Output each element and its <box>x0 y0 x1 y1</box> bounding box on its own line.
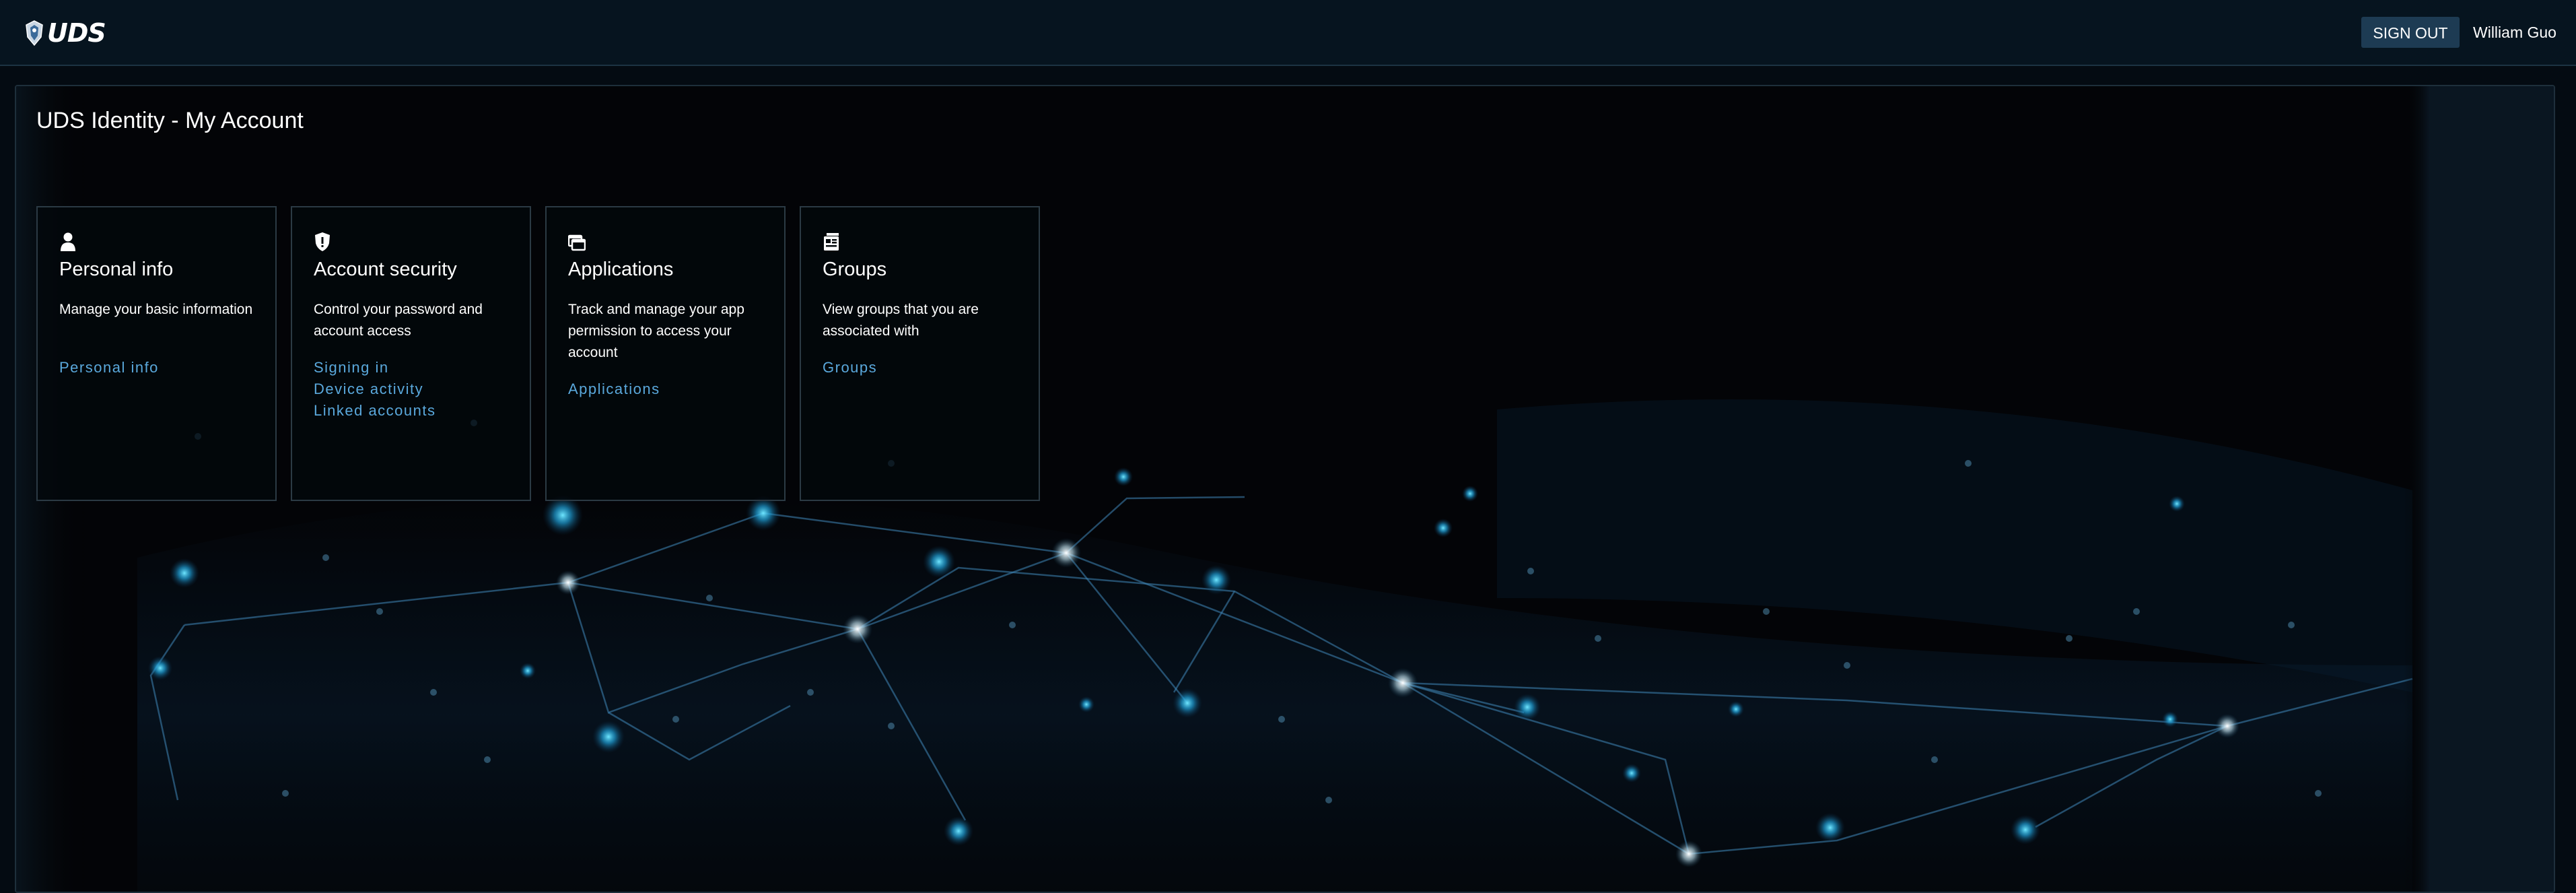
card-links: Personal info <box>59 357 159 378</box>
applications-icon <box>568 234 586 251</box>
logo-emblem-icon <box>26 20 43 46</box>
shield-icon <box>315 232 330 251</box>
card-title: Groups <box>823 259 887 280</box>
device-activity-link[interactable]: Device activity <box>314 378 436 400</box>
personal-info-link[interactable]: Personal info <box>59 357 159 378</box>
user-icon <box>61 232 75 251</box>
signing-in-link[interactable]: Signing in <box>314 357 436 378</box>
card-title: Applications <box>568 259 674 280</box>
card-description: Track and manage your app permission to … <box>568 302 744 360</box>
page-title: UDS Identity - My Account <box>36 108 304 133</box>
card-links: Applications <box>568 378 660 400</box>
card-description: Control your password and account access <box>314 302 483 339</box>
linked-accounts-link[interactable]: Linked accounts <box>314 400 436 422</box>
card-personal-info: Personal info Manage your basic informat… <box>36 206 277 501</box>
card-title: Personal info <box>59 259 174 280</box>
card-links: Groups <box>823 357 877 378</box>
uds-logo[interactable]: UDS <box>24 18 106 48</box>
card-links: Signing in Device activity Linked accoun… <box>314 357 436 422</box>
applications-link[interactable]: Applications <box>568 378 660 400</box>
card-description: View groups that you are associated with <box>823 302 979 339</box>
groups-link[interactable]: Groups <box>823 357 877 378</box>
card-groups: Groups View groups that you are associat… <box>800 206 1040 501</box>
user-name[interactable]: William Guo <box>2473 17 2556 48</box>
top-navigation-bar: UDS SIGN OUT William Guo <box>0 0 2576 66</box>
card-title: Account security <box>314 259 457 280</box>
account-panel: UDS Identity - My Account Personal info … <box>15 85 2555 893</box>
card-applications: Applications Track and manage your app p… <box>545 206 786 501</box>
groups-icon <box>824 233 839 251</box>
card-account-security: Account security Control your password a… <box>291 206 531 501</box>
sign-out-button[interactable]: SIGN OUT <box>2361 17 2460 48</box>
logo-text: UDS <box>47 18 106 48</box>
card-description: Manage your basic information <box>59 302 253 317</box>
